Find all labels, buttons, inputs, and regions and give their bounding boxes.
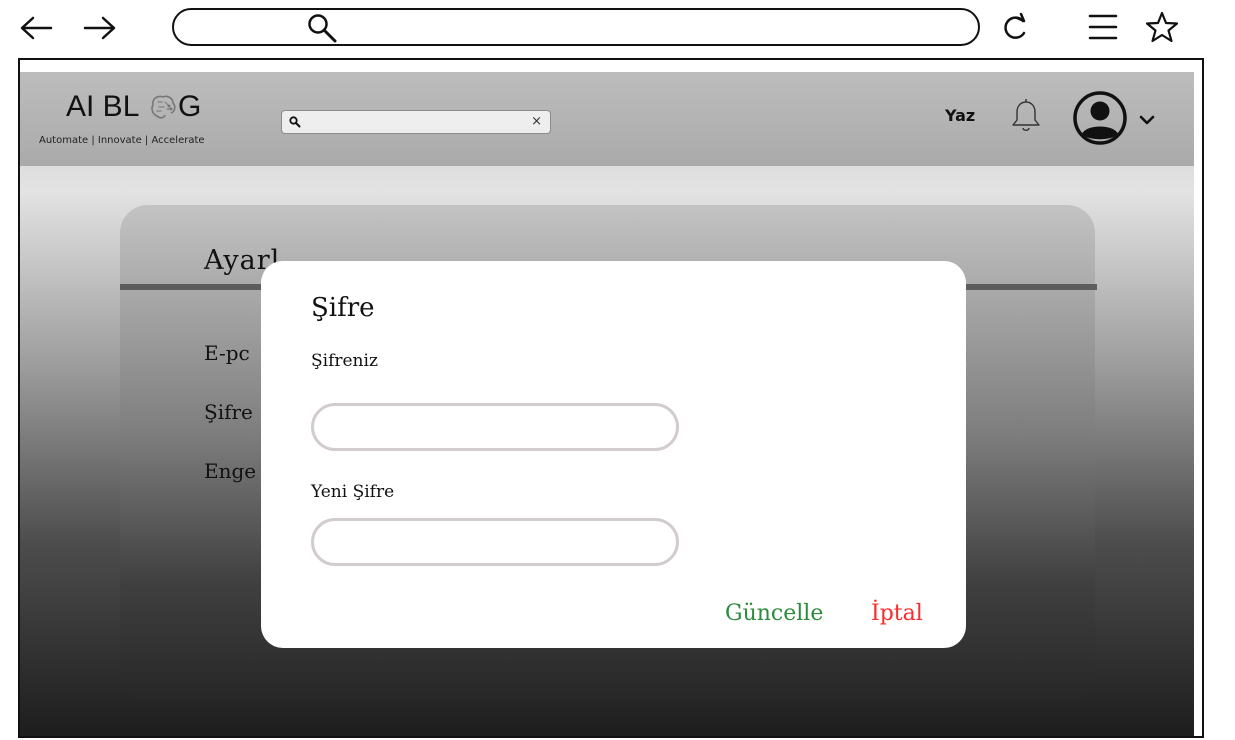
settings-row-password[interactable]: Şifre [204,400,253,424]
modal-title: Şifre [311,293,375,323]
address-bar[interactable] [172,8,980,46]
update-button[interactable]: Güncelle [725,601,823,626]
current-password-field[interactable] [311,403,679,451]
logo-text-end: G [178,90,202,123]
search-icon [289,116,301,128]
app-root: AI BL G Automate | Innovate | Accelerate… [20,72,1194,736]
back-arrow-icon[interactable] [18,14,54,42]
search-icon [308,14,337,43]
browser-viewport: AI BL G Automate | Innovate | Accelerate… [18,58,1204,738]
search-input[interactable]: × [281,110,551,134]
settings-row-email[interactable]: E-pc [204,341,250,365]
chevron-down-icon[interactable] [1139,114,1155,126]
app-header: AI BL G Automate | Innovate | Accelerate… [20,72,1194,166]
avatar-icon[interactable] [1072,90,1128,146]
password-modal: Şifre Şifreniz Yeni Şifre Güncelle İptal [261,261,966,648]
reload-icon[interactable] [1000,12,1030,44]
logo-text: AI BL [66,90,140,123]
new-password-label: Yeni Şifre [311,482,395,502]
current-password-label: Şifreniz [311,351,378,371]
write-link[interactable]: Yaz [945,106,975,125]
logo-tagline: Automate | Innovate | Accelerate [39,135,205,146]
settings-row-blocked[interactable]: Enge [204,459,256,483]
new-password-field[interactable] [311,518,679,566]
star-icon[interactable] [1145,10,1179,44]
forward-arrow-icon[interactable] [82,14,118,42]
menu-icon[interactable] [1087,12,1119,42]
logo[interactable]: AI BL G [66,90,226,126]
search-clear-button[interactable]: × [531,114,542,129]
cancel-button[interactable]: İptal [871,601,923,626]
bell-icon[interactable] [1010,98,1042,134]
brain-icon [151,95,176,119]
